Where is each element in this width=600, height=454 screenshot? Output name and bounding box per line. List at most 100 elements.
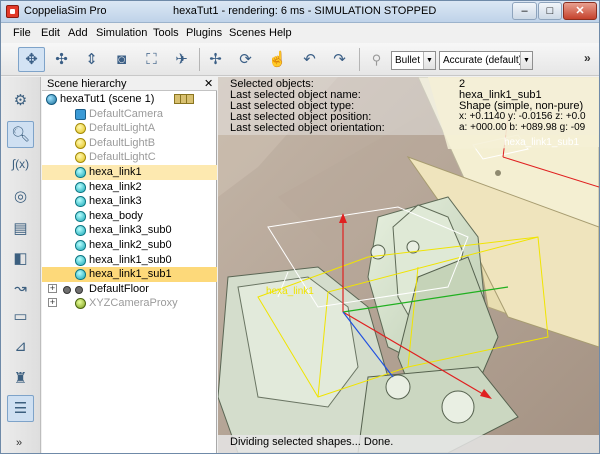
model-browser-icon[interactable]: 🔍︎ bbox=[7, 121, 34, 148]
tree-row[interactable]: hexa_link1_sub1 bbox=[42, 267, 217, 283]
world-icon bbox=[46, 94, 57, 105]
toolbar-overflow-icon[interactable]: » bbox=[584, 51, 591, 65]
selection-icon[interactable]: ▭ bbox=[7, 303, 34, 330]
tree-row[interactable]: hexaTut1 (scene 1) bbox=[42, 92, 217, 107]
tree-row[interactable]: + XYZCameraProxy bbox=[42, 296, 217, 311]
tree-item-label: hexa_link1_sub1 bbox=[89, 268, 172, 281]
shape-edit-icon[interactable]: ◧ bbox=[7, 245, 34, 272]
physics-engine-select[interactable]: Bullet ▼ bbox=[391, 51, 436, 70]
menu-edit[interactable]: Edit bbox=[41, 27, 60, 39]
click-select-icon[interactable]: ☝ bbox=[264, 47, 291, 72]
collections-icon[interactable]: ◎ bbox=[7, 183, 34, 210]
tree-row[interactable]: hexa_body bbox=[42, 209, 217, 224]
camera-shift-icon[interactable]: ⇕ bbox=[78, 47, 105, 72]
toolbar-separator bbox=[359, 48, 360, 71]
user-settings-icon[interactable]: ♜ bbox=[7, 365, 34, 392]
accuracy-select[interactable]: Accurate (default) ▼ bbox=[439, 51, 533, 70]
info-value-object-position: x: +0.1140 y: -0.0156 z: +0.0 bbox=[459, 111, 586, 122]
tree-expander-icon[interactable]: + bbox=[48, 283, 57, 293]
close-icon[interactable]: ✕ bbox=[204, 77, 213, 90]
tree-item-label: DefaultCamera bbox=[89, 107, 163, 120]
shape-icon bbox=[75, 210, 86, 222]
scene-hierarchy-title: Scene hierarchy bbox=[47, 78, 127, 90]
tree-item-label: DefaultLightA bbox=[89, 122, 156, 135]
shape-icon bbox=[75, 181, 86, 193]
tree-row[interactable]: hexa_link1_sub0 bbox=[42, 253, 217, 268]
camera-rotate-icon[interactable]: ✣ bbox=[48, 47, 75, 72]
camera-pan-icon[interactable]: ✥ bbox=[18, 47, 45, 72]
menu-add[interactable]: Add bbox=[68, 27, 88, 39]
shape-icon bbox=[75, 196, 86, 208]
tree-item-label: DefaultFloor bbox=[89, 282, 149, 295]
tree-row[interactable]: DefaultCamera bbox=[42, 107, 217, 122]
chevron-down-icon: ▼ bbox=[423, 52, 435, 69]
status-message: Dividing selected shapes... Done. bbox=[230, 436, 394, 448]
minimize-button[interactable]: – bbox=[512, 2, 537, 20]
tree-item-label: hexa_link2_sub0 bbox=[89, 239, 172, 251]
fly-icon[interactable]: ✈ bbox=[168, 47, 195, 72]
floor-icon bbox=[75, 285, 83, 294]
fit-to-view-icon[interactable]: ⛶ bbox=[138, 47, 165, 72]
tree-row[interactable]: + DefaultFloor bbox=[42, 282, 217, 297]
object-rotate-icon[interactable]: ⟳ bbox=[232, 47, 259, 72]
toolbar-separator bbox=[199, 48, 200, 71]
menu-scenes[interactable]: Scenes bbox=[229, 27, 266, 39]
tree-item-label: hexaTut1 (scene 1) bbox=[60, 93, 155, 105]
simulation-settings-icon[interactable]: ⚙ bbox=[7, 87, 34, 114]
main-window: CoppeliaSim Pro hexaTut1 - rendering: 6 … bbox=[0, 0, 600, 454]
tree-row[interactable]: hexa_link1 bbox=[42, 165, 217, 180]
tree-row[interactable]: hexa_link3_sub0 bbox=[42, 223, 217, 238]
redo-icon[interactable]: ↷ bbox=[326, 47, 353, 72]
tree-item-label: DefaultLightB bbox=[89, 136, 156, 149]
light-icon bbox=[75, 137, 86, 149]
menu-help[interactable]: Help bbox=[269, 27, 292, 39]
title-bar[interactable]: CoppeliaSim Pro hexaTut1 - rendering: 6 … bbox=[1, 1, 599, 23]
tree-row[interactable]: DefaultLightC bbox=[42, 150, 217, 165]
menu-file[interactable]: File bbox=[13, 27, 31, 39]
undo-icon[interactable]: ↶ bbox=[296, 47, 323, 72]
tree-item-label: hexa_link2 bbox=[89, 180, 142, 193]
main-toolbar: ✥ ✣ ⇕ ◙ ⛶ ✈ ✢ ⟳ ☝ ↶ ↷ ⚲ Bullet ▼ Accurat… bbox=[1, 43, 599, 76]
viewport-label-link1: hexa_link1 bbox=[266, 286, 314, 297]
accuracy-value: Accurate (default) bbox=[443, 55, 522, 66]
shape-icon bbox=[75, 167, 86, 178]
shape-icon bbox=[75, 254, 86, 266]
info-value-object-orientation: a: +000.00 b: +089.98 g: -09 bbox=[459, 122, 586, 133]
close-button[interactable]: ✕ bbox=[563, 2, 597, 20]
chevron-down-icon: ▼ bbox=[520, 52, 532, 69]
tree-item-label: DefaultLightC bbox=[89, 151, 156, 164]
maximize-button[interactable]: □ bbox=[538, 2, 562, 20]
hierarchy-toggle-icon[interactable]: ☰ bbox=[7, 395, 34, 422]
layers-icon[interactable]: ⊿ bbox=[7, 333, 34, 360]
window-title: hexaTut1 - rendering: 6 ms - SIMULATION … bbox=[173, 5, 437, 17]
tree-row[interactable]: hexa_link2 bbox=[42, 180, 217, 195]
app-name: CoppeliaSim Pro bbox=[24, 5, 107, 17]
menu-plugins[interactable]: Plugins bbox=[186, 27, 222, 39]
tree-item-label: hexa_link3_sub0 bbox=[89, 224, 172, 237]
tree-row[interactable]: hexa_link2_sub0 bbox=[42, 238, 217, 253]
tree-row[interactable]: DefaultLightB bbox=[42, 136, 217, 151]
menu-tools[interactable]: Tools bbox=[153, 27, 179, 39]
tree-item-label: hexa_link1 bbox=[89, 166, 142, 178]
left-toolbar-overflow-icon[interactable]: » bbox=[16, 437, 22, 449]
scene-viewport[interactable]: Selected objects: Last selected object n… bbox=[218, 77, 599, 453]
object-shift-icon[interactable]: ✢ bbox=[202, 47, 229, 72]
dynamics-icon[interactable]: ⚲ bbox=[363, 47, 390, 72]
scene-hierarchy-panel: Scene hierarchy ✕ hexaTut1 (scene 1) Defa… bbox=[42, 77, 217, 453]
info-label-object-orientation: Last selected object orientation: bbox=[230, 122, 385, 134]
camera-angle-icon[interactable]: ◙ bbox=[108, 47, 135, 72]
scripts-icon[interactable]: ▤ bbox=[7, 215, 34, 242]
tree-item-label: hexa_link3 bbox=[89, 195, 142, 208]
shape-icon bbox=[75, 240, 86, 251]
viewport-label-link1-sub1: hexa_link1_sub1 bbox=[504, 137, 580, 148]
tree-row[interactable]: hexa_link3 bbox=[42, 194, 217, 209]
light-icon bbox=[75, 123, 86, 135]
physics-engine-value: Bullet bbox=[395, 55, 421, 66]
menu-simulation[interactable]: Simulation bbox=[96, 27, 147, 39]
scene-flag-icon bbox=[186, 94, 194, 104]
tree-item-label: hexa_link1_sub0 bbox=[89, 253, 172, 266]
tree-expander-icon[interactable]: + bbox=[48, 298, 57, 308]
path-edit-icon[interactable]: ↝ bbox=[7, 275, 34, 302]
tree-row[interactable]: DefaultLightA bbox=[42, 121, 217, 136]
calculation-modules-icon[interactable]: ∫(x) bbox=[7, 151, 34, 178]
